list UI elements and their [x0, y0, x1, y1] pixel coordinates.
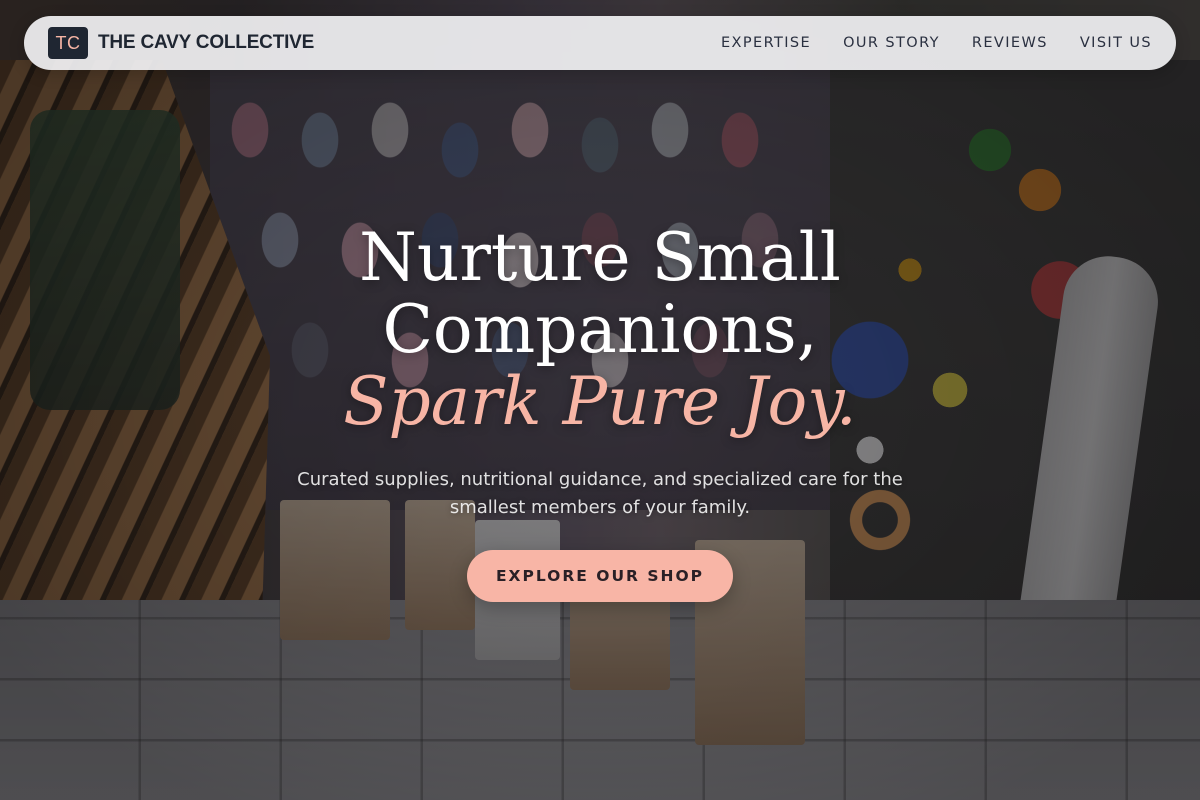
- headline-line-2: Companions,: [382, 291, 818, 368]
- hero-subtitle: Curated supplies, nutritional guidance, …: [297, 469, 903, 518]
- brand-name: THE CAVY COLLECTIVE: [98, 32, 315, 53]
- tc-monogram-logo-icon: TC: [48, 27, 88, 59]
- nav-links: EXPERTISE OUR STORY REVIEWS VISIT US: [721, 35, 1152, 51]
- hero-headline: Nurture Small Companions, Spark Pure Joy…: [0, 222, 1200, 438]
- nav-link-visit-us[interactable]: VISIT US: [1080, 35, 1152, 51]
- nav-link-reviews[interactable]: REVIEWS: [972, 35, 1048, 51]
- nav-link-expertise[interactable]: EXPERTISE: [721, 35, 811, 51]
- headline-accent: Spark Pure Joy.: [343, 363, 857, 440]
- hero-section: TC THE CAVY COLLECTIVE EXPERTISE OUR STO…: [0, 0, 1200, 800]
- top-navbar: TC THE CAVY COLLECTIVE EXPERTISE OUR STO…: [24, 16, 1176, 70]
- explore-shop-button[interactable]: EXPLORE OUR SHOP: [467, 550, 733, 602]
- nav-link-our-story[interactable]: OUR STORY: [843, 35, 940, 51]
- hero-content: Nurture Small Companions, Spark Pure Joy…: [0, 222, 1200, 602]
- headline-line-1: Nurture Small: [359, 219, 841, 296]
- brand-home-link[interactable]: TC THE CAVY COLLECTIVE: [48, 27, 314, 59]
